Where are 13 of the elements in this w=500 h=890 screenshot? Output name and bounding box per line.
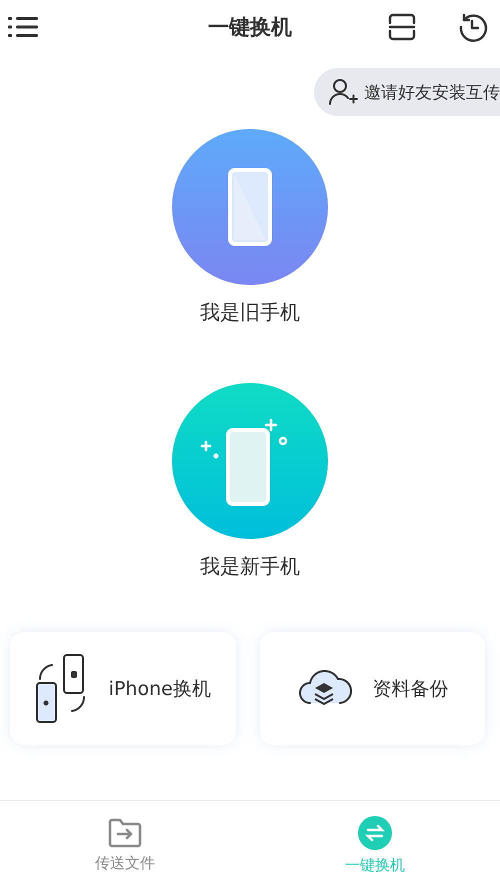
feature-card[interactable]: iPhone换机: [10, 632, 236, 745]
role-label: 我是旧手机: [200, 299, 300, 326]
history-icon[interactable]: [458, 12, 488, 42]
phone-icon: [228, 168, 272, 246]
add-person-icon: [328, 78, 358, 106]
feature-card[interactable]: 资料备份: [260, 632, 485, 745]
swap-icon: [358, 816, 392, 850]
screen-title: 一键换机: [207, 14, 293, 41]
folder-arrow-icon: [108, 818, 142, 848]
scan-icon[interactable]: [388, 13, 416, 41]
role-label: 我是新手机: [200, 553, 300, 580]
invite-friends-button[interactable]: 邀请好友安装互传: [314, 68, 500, 116]
menu-icon[interactable]: [8, 16, 38, 38]
